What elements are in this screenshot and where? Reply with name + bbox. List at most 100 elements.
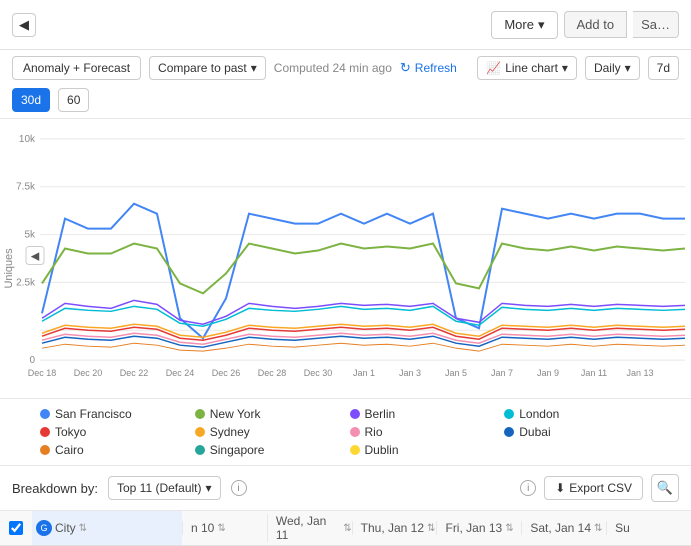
search-button[interactable]: 🔍 [651, 474, 679, 502]
rio-dot [350, 427, 360, 437]
new-york-dot [195, 409, 205, 419]
jan12-sort-icon: ⇅ [427, 523, 435, 534]
search-icon: 🔍 [657, 480, 673, 496]
dublin-label: Dublin [365, 443, 399, 457]
legend-item[interactable]: New York [195, 407, 342, 421]
breakdown-select[interactable]: Top 11 (Default) ▾ [108, 476, 221, 500]
svg-text:7.5k: 7.5k [16, 182, 35, 193]
computed-text: Computed 24 min ago [274, 61, 392, 75]
jan12-col-header[interactable]: Thu, Jan 12 ⇅ [352, 521, 437, 535]
san-francisco-dot [40, 409, 50, 419]
dubai-dot [504, 427, 514, 437]
svg-text:2.5k: 2.5k [16, 277, 35, 288]
london-dot [504, 409, 514, 419]
tokyo-label: Tokyo [55, 425, 86, 439]
dublin-dot [350, 445, 360, 455]
dubai-label: Dubai [519, 425, 550, 439]
refresh-icon: ↻ [400, 60, 411, 76]
export-label: Export CSV [569, 481, 632, 495]
cairo-dot [40, 445, 50, 455]
svg-text:10k: 10k [19, 134, 35, 145]
breakdown-info-icon[interactable]: i [231, 480, 247, 496]
legend-item[interactable]: San Francisco [40, 407, 187, 421]
svg-text:Jan 1: Jan 1 [353, 368, 375, 378]
svg-text:Dec 26: Dec 26 [212, 368, 240, 378]
daily-button[interactable]: Daily ▾ [585, 56, 640, 80]
svg-text:Dec 20: Dec 20 [74, 368, 102, 378]
svg-text:Jan 3: Jan 3 [399, 368, 421, 378]
line-chart-button[interactable]: 📈 Line chart ▾ [477, 56, 577, 80]
svg-text:Dec 30: Dec 30 [304, 368, 332, 378]
breakdown-chevron-icon: ▾ [206, 481, 212, 495]
jan14-col-header[interactable]: Sat, Jan 14 ⇅ [521, 521, 606, 535]
jan13-col-header[interactable]: Fri, Jan 13 ⇅ [436, 521, 521, 535]
berlin-dot [350, 409, 360, 419]
legend-item[interactable]: Dublin [350, 443, 497, 457]
jan10-sort-icon: ⇅ [217, 523, 225, 534]
svg-text:◀: ◀ [31, 251, 40, 263]
more-chevron-icon: ▾ [538, 17, 545, 33]
tokyo-dot [40, 427, 50, 437]
svg-text:Dec 18: Dec 18 [28, 368, 56, 378]
svg-text:Jan 7: Jan 7 [491, 368, 513, 378]
legend-item[interactable]: Sydney [195, 425, 342, 439]
jan10-col-header[interactable]: n 10 ⇅ [182, 521, 267, 535]
london-label: London [519, 407, 559, 421]
chart-area: Uniques 10k 7.5k 5k 2.5k 0 Dec 18 [0, 119, 691, 399]
rio-label: Rio [365, 425, 383, 439]
legend-item[interactable]: London [504, 407, 651, 421]
svg-text:Jan 13: Jan 13 [627, 368, 654, 378]
daily-chevron-icon: ▾ [625, 61, 631, 75]
sydney-dot [195, 427, 205, 437]
line-chart-chevron-icon: ▾ [562, 61, 568, 75]
new-york-label: New York [210, 407, 261, 421]
su-col-header[interactable]: Su [606, 521, 691, 535]
svg-text:Jan 11: Jan 11 [581, 368, 607, 378]
legend-item[interactable]: Singapore [195, 443, 342, 457]
svg-text:Uniques: Uniques [3, 248, 15, 289]
chart-icon: 📈 [486, 61, 501, 75]
export-icon: ⬇ [555, 481, 565, 495]
compare-chevron-icon: ▾ [251, 61, 257, 75]
table-info-icon[interactable]: i [520, 480, 536, 496]
svg-text:Dec 22: Dec 22 [120, 368, 148, 378]
city-column-header[interactable]: G City ⇅ [32, 511, 182, 545]
jan13-sort-icon: ⇅ [505, 523, 513, 534]
chart-legend: San Francisco New York Berlin London Tok… [0, 399, 691, 466]
more-button[interactable]: More ▾ [491, 11, 557, 39]
period-60-button[interactable]: 60 [58, 88, 89, 112]
collapse-button[interactable]: ◀ [12, 13, 36, 37]
berlin-label: Berlin [365, 407, 396, 421]
select-all-checkbox[interactable] [9, 521, 23, 535]
save-button[interactable]: Sa… [633, 11, 679, 38]
jan11-col-header[interactable]: Wed, Jan 11 ⇅ [267, 514, 352, 542]
cairo-label: Cairo [55, 443, 84, 457]
city-col-label: City [55, 521, 76, 535]
svg-text:Jan 5: Jan 5 [445, 368, 467, 378]
sydney-label: Sydney [210, 425, 250, 439]
period-30d-button[interactable]: 30d [12, 88, 50, 112]
city-sort-icon: ⇅ [79, 523, 87, 534]
svg-text:5k: 5k [24, 230, 35, 241]
legend-item[interactable]: Berlin [350, 407, 497, 421]
more-label: More [504, 17, 534, 32]
export-csv-button[interactable]: ⬇ Export CSV [544, 476, 643, 500]
svg-text:Dec 24: Dec 24 [166, 368, 194, 378]
singapore-label: Singapore [210, 443, 265, 457]
compare-to-past-button[interactable]: Compare to past ▾ [149, 56, 266, 80]
refresh-button[interactable]: ↻ Refresh [400, 60, 457, 76]
legend-item[interactable]: Cairo [40, 443, 187, 457]
singapore-dot [195, 445, 205, 455]
svg-text:Jan 9: Jan 9 [537, 368, 559, 378]
period-7d-button[interactable]: 7d [648, 56, 679, 80]
legend-item[interactable]: Dubai [504, 425, 651, 439]
anomaly-forecast-button[interactable]: Anomaly + Forecast [12, 56, 141, 80]
jan11-sort-icon: ⇅ [343, 523, 351, 534]
collapse-icon: ◀ [19, 17, 29, 33]
legend-item[interactable]: Tokyo [40, 425, 187, 439]
san-francisco-label: San Francisco [55, 407, 132, 421]
breakdown-label: Breakdown by: [12, 481, 98, 496]
jan14-sort-icon: ⇅ [594, 523, 602, 534]
add-to-button[interactable]: Add to [564, 11, 628, 38]
legend-item[interactable]: Rio [350, 425, 497, 439]
